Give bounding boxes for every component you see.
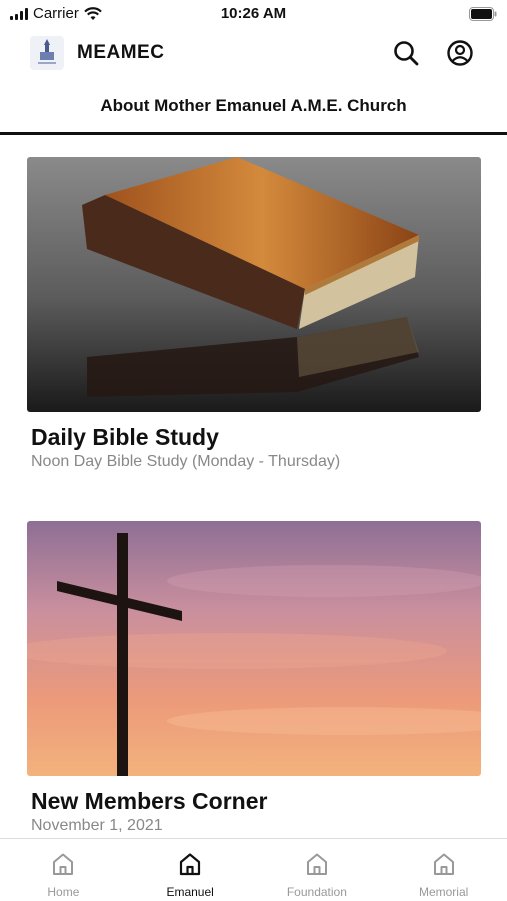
card-title[interactable]: Daily Bible Study [31, 424, 219, 451]
account-icon[interactable] [445, 38, 475, 68]
status-time: 10:26 AM [220, 5, 287, 22]
tab-label: Memorial [418, 885, 469, 899]
home-icon [53, 853, 74, 875]
home-icon [180, 853, 201, 876]
home-icon [433, 853, 454, 875]
card-subtitle: November 1, 2021 [31, 817, 163, 834]
search-icon[interactable] [391, 38, 421, 68]
tab-memorial[interactable]: Memorial [380, 839, 507, 901]
bible-study-image[interactable] [27, 157, 481, 412]
tab-home[interactable]: Home [0, 839, 127, 901]
status-bar: Carrier 10:26 AM [0, 0, 507, 28]
new-members-image[interactable] [27, 521, 481, 776]
app-header: MEAMEC [0, 30, 507, 78]
card-subtitle: Noon Day Bible Study (Monday - Thursday) [31, 453, 341, 470]
section-tab-about[interactable]: About Mother Emanuel A.M.E. Church [0, 86, 507, 135]
home-icon [306, 853, 327, 875]
tab-label: Emanuel [166, 885, 214, 899]
section-title: About Mother Emanuel A.M.E. Church [100, 96, 407, 115]
app-title: MEAMEC [77, 42, 165, 63]
tab-label: Foundation [286, 885, 347, 899]
tab-bar: Home Emanuel Foundation Memorial [0, 838, 507, 901]
church-logo[interactable] [30, 36, 64, 70]
card-title[interactable]: New Members Corner [31, 788, 267, 815]
tab-foundation[interactable]: Foundation [254, 839, 381, 901]
tab-emanuel[interactable]: Emanuel [127, 839, 254, 901]
tab-label: Home [47, 885, 80, 899]
battery-icon [469, 7, 497, 21]
